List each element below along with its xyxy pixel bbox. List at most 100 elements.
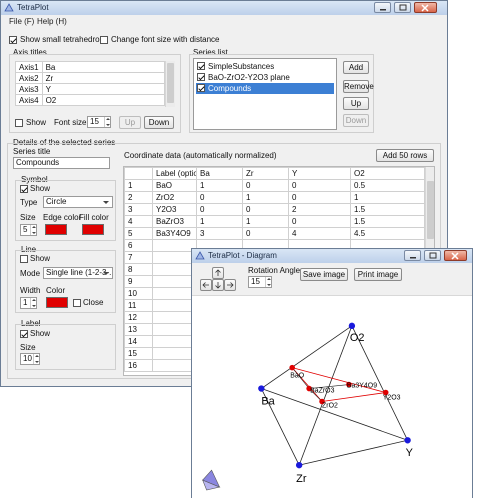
line-show-checkbox[interactable] — [20, 255, 28, 263]
rotate-down-button[interactable] — [212, 279, 224, 291]
coordinate-cell[interactable]: Ba3Y4O9 — [152, 227, 197, 240]
table-row[interactable]: 3 Y2O3 0 0 2 1.5 — [124, 203, 425, 216]
coordinate-cell[interactable] — [152, 323, 197, 336]
print-image-button[interactable]: Print image — [354, 268, 402, 281]
label-show-checkbox[interactable] — [20, 330, 28, 338]
minimize-button[interactable] — [374, 2, 391, 13]
coordinate-cell[interactable] — [152, 275, 197, 288]
diagram-maximize-button[interactable] — [424, 250, 441, 261]
coordinate-cell[interactable]: 0 — [288, 215, 351, 228]
table-row[interactable]: 2 ZrO2 0 1 0 1 — [124, 191, 425, 204]
series-down-button[interactable]: Down — [343, 114, 369, 127]
coordinate-cell[interactable]: ZrO2 — [152, 191, 197, 204]
coordinate-header-cell[interactable]: Y — [288, 167, 351, 180]
vertex-o2[interactable] — [348, 322, 356, 330]
coordinate-cell[interactable]: 0 — [196, 191, 243, 204]
coordinate-cell[interactable] — [152, 359, 197, 372]
series-item-simple-substances[interactable]: SimpleSubstances — [196, 61, 334, 72]
coordinate-cell[interactable] — [152, 263, 197, 276]
axis-title-cell[interactable]: O2 — [41, 94, 166, 106]
coordinate-header-cell[interactable]: Ba — [196, 167, 243, 180]
rotate-up-button[interactable] — [212, 267, 224, 279]
series-item-compounds[interactable]: Compounds — [196, 83, 334, 94]
coordinate-header-cell[interactable]: O2 — [350, 167, 425, 180]
symbol-show-checkbox[interactable] — [20, 185, 28, 193]
series-checkbox-2[interactable] — [197, 73, 205, 81]
line-mode-select[interactable]: Single line (1-2-3-... — [43, 267, 113, 279]
tetrahedron-canvas[interactable]: O2 Ba Zr Y BaO BaZrO3 ZrO2 Ba3Y4O9 Y2O3 — [192, 295, 472, 498]
symbol-size-spinner[interactable]: 5 — [20, 224, 37, 236]
diagram-titlebar[interactable]: TetraPlot - Diagram — [192, 249, 472, 263]
axis-row[interactable]: Axis3 Y — [15, 83, 166, 95]
series-listbox[interactable]: SimpleSubstances BaO-ZrO2-Y2O3 plane Com… — [193, 58, 337, 130]
show-small-tetrahedron-checkbox[interactable] — [9, 36, 17, 44]
vertex-y[interactable] — [404, 437, 411, 444]
coordinate-header-cell[interactable] — [124, 167, 153, 180]
edge-color-swatch[interactable] — [45, 224, 67, 235]
axis-row[interactable]: Axis2 Zr — [15, 72, 166, 84]
coordinate-cell[interactable]: 4.5 — [350, 227, 425, 240]
coordinate-cell[interactable]: 1 — [350, 191, 425, 204]
add-50-rows-button[interactable]: Add 50 rows — [376, 149, 434, 162]
close-button[interactable] — [414, 2, 437, 13]
diagram-close-button[interactable] — [444, 250, 467, 261]
series-checkbox-1[interactable] — [197, 62, 205, 70]
coordinate-cell[interactable]: 0 — [242, 203, 289, 216]
line-width-spinner[interactable]: 1 — [20, 297, 37, 309]
coordinate-cell[interactable]: 0.5 — [350, 179, 425, 192]
coordinate-cell[interactable]: 1 — [242, 191, 289, 204]
axis-table-scrollbar[interactable] — [165, 61, 175, 107]
line-color-swatch[interactable] — [46, 297, 68, 308]
fill-color-swatch[interactable] — [82, 224, 104, 235]
coordinate-header-cell[interactable]: Label (optional) — [152, 167, 197, 180]
axis-show-checkbox[interactable] — [15, 119, 23, 127]
table-row[interactable]: 4 BaZrO3 1 1 0 1.5 — [124, 215, 425, 228]
rotate-left-button[interactable] — [200, 279, 212, 291]
change-font-size-checkbox[interactable] — [100, 36, 108, 44]
axis-row[interactable]: Axis1 Ba — [15, 61, 166, 73]
rotation-angle-spinner[interactable]: 15 — [248, 276, 272, 288]
menu-file[interactable]: File (F) — [9, 17, 34, 26]
save-image-button[interactable]: Save image — [300, 268, 348, 281]
axis-title-cell[interactable]: Ba — [41, 61, 166, 73]
coordinate-cell[interactable]: 1.5 — [350, 215, 425, 228]
axis-down-button[interactable]: Down — [144, 116, 174, 129]
coordinate-cell[interactable]: 4 — [288, 227, 351, 240]
coordinate-cell[interactable]: 1 — [196, 215, 243, 228]
coordinate-cell[interactable]: BaO — [152, 179, 197, 192]
coordinate-cell[interactable]: 3 — [196, 227, 243, 240]
axis-title-cell[interactable]: Y — [41, 83, 166, 95]
axis-row[interactable]: Axis4 O2 — [15, 94, 166, 106]
series-item-plane[interactable]: BaO-ZrO2-Y2O3 plane — [196, 72, 334, 83]
coordinate-cell[interactable]: Y2O3 — [152, 203, 197, 216]
menu-help[interactable]: Help (H) — [37, 17, 67, 26]
coordinate-cell[interactable] — [152, 311, 197, 324]
coordinate-cell[interactable]: 0 — [242, 227, 289, 240]
series-up-button[interactable]: Up — [343, 97, 369, 110]
rotate-right-button[interactable] — [224, 279, 236, 291]
vertex-zr[interactable] — [295, 461, 303, 469]
coordinate-cell[interactable] — [152, 251, 197, 264]
coordinate-cell[interactable]: 0 — [196, 203, 243, 216]
series-title-input[interactable]: Compounds — [13, 157, 110, 169]
coordinate-cell[interactable] — [152, 239, 197, 252]
table-row[interactable]: 1 BaO 1 0 0 0.5 — [124, 179, 425, 192]
font-size-spinner[interactable]: 15 — [87, 116, 111, 128]
label-size-spinner[interactable]: 10 — [20, 353, 40, 365]
coordinate-cell[interactable]: 1 — [196, 179, 243, 192]
vertex-ba[interactable] — [258, 385, 265, 392]
series-checkbox-3[interactable] — [197, 84, 205, 92]
axis-up-button[interactable]: Up — [119, 116, 141, 129]
coordinate-cell[interactable] — [152, 287, 197, 300]
series-add-button[interactable]: Add — [343, 61, 369, 74]
coordinate-cell[interactable]: 2 — [288, 203, 351, 216]
coordinate-header-cell[interactable]: Zr — [242, 167, 289, 180]
symbol-type-select[interactable]: Circle — [43, 196, 113, 208]
coordinate-cell[interactable]: 0 — [288, 191, 351, 204]
table-row[interactable]: 5 Ba3Y4O9 3 0 4 4.5 — [124, 227, 425, 240]
coordinate-cell[interactable]: 0 — [242, 179, 289, 192]
coordinate-cell[interactable]: 0 — [288, 179, 351, 192]
coordinate-cell[interactable] — [152, 299, 197, 312]
axis-title-cell[interactable]: Zr — [41, 72, 166, 84]
coordinate-cell[interactable] — [152, 347, 197, 360]
